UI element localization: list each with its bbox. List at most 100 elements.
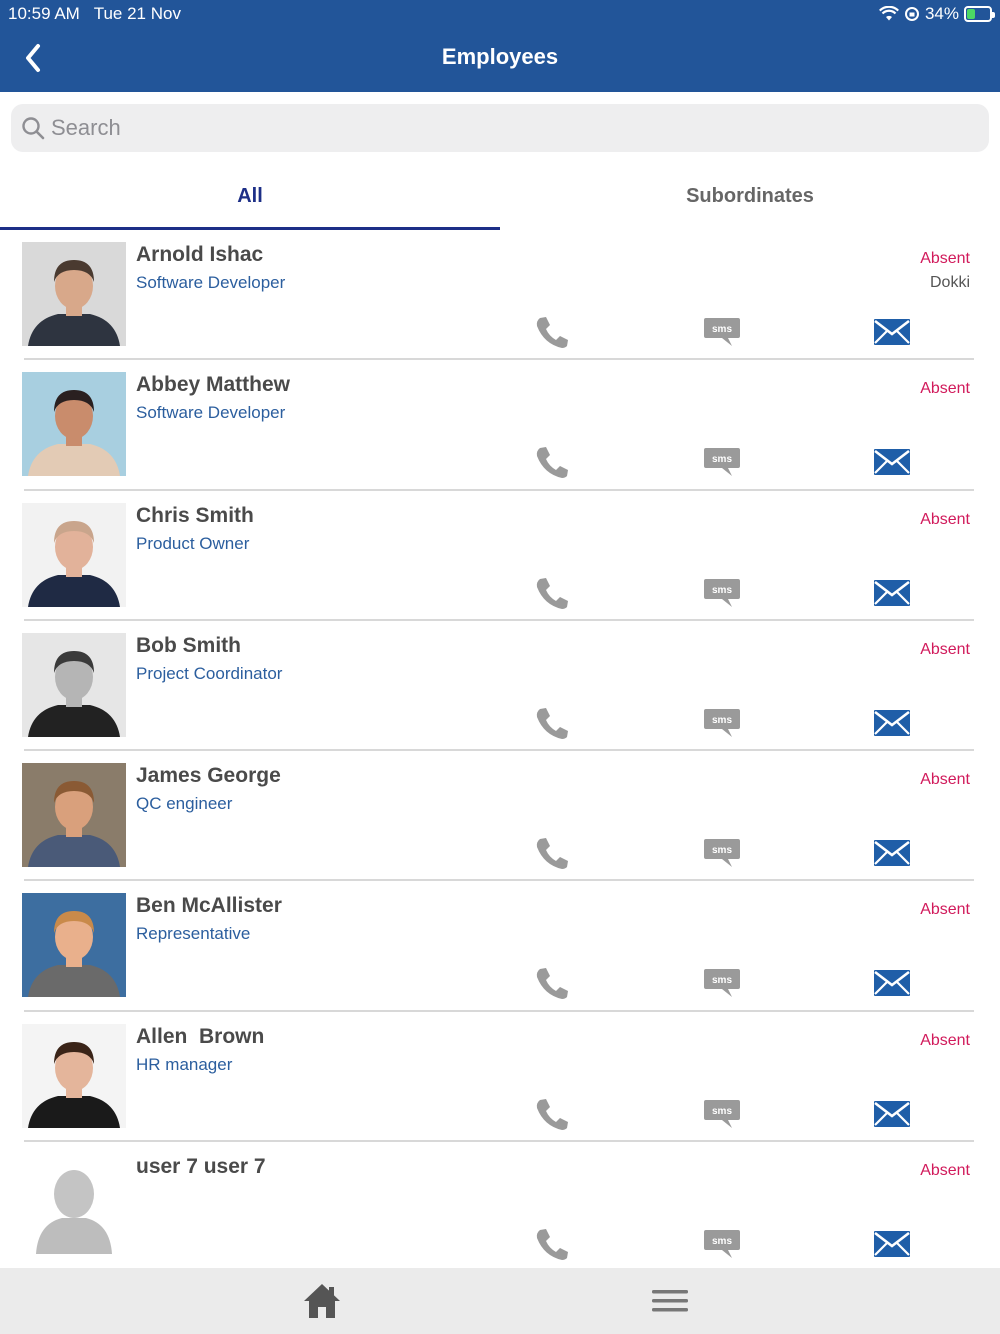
employee-row[interactable]: Ben McAllister Representative Absent sms [0, 881, 1000, 1012]
phone-icon [532, 705, 572, 741]
sms-icon: sms [702, 705, 742, 741]
battery-percent: 34% [924, 4, 959, 23]
employee-row[interactable]: Arnold Ishac Software Developer Absent Dokk… [0, 230, 1000, 361]
battery-charging-icon [964, 6, 995, 22]
employee-avatar [22, 763, 126, 868]
mail-icon [872, 314, 912, 350]
home-icon [304, 1284, 340, 1318]
employee-row[interactable]: Chris Smith Product Owner Absent sms [0, 491, 1000, 621]
call-button[interactable] [532, 835, 572, 871]
call-button[interactable] [532, 314, 572, 350]
default-avatar-icon [22, 1154, 126, 1259]
employee-role: Product Owner [136, 533, 250, 553]
email-button[interactable] [872, 835, 912, 871]
menu-button[interactable] [650, 1286, 690, 1316]
attendance-status: Absent [920, 771, 970, 789]
email-button[interactable] [872, 1096, 912, 1132]
sms-icon: sms [702, 835, 742, 871]
attendance-status: Absent [920, 640, 970, 658]
avatar-photo [22, 1023, 126, 1128]
status-indicators: 34% [878, 4, 995, 24]
search-icon [22, 117, 45, 140]
employee-name: James George [136, 764, 281, 788]
svg-text:sms: sms [712, 975, 732, 986]
employee-role: Software Developer [136, 403, 286, 423]
rotation-lock-icon [904, 7, 919, 21]
mail-icon [872, 835, 912, 871]
email-button[interactable] [872, 965, 912, 1001]
avatar-photo [22, 632, 126, 737]
sms-button[interactable]: sms [702, 1096, 742, 1132]
sms-button[interactable]: sms [702, 705, 742, 741]
attendance-status: Absent [920, 380, 970, 398]
employee-location: Dokki [929, 274, 970, 291]
tab-all[interactable]: All [0, 170, 500, 230]
mail-icon [872, 965, 912, 1001]
sms-button[interactable]: sms [702, 314, 742, 350]
svg-text:sms: sms [712, 1236, 732, 1247]
svg-text:sms: sms [712, 1106, 732, 1117]
employee-row[interactable]: Allen Brown HR manager Absent sms [0, 1012, 1000, 1143]
search-bar[interactable] [11, 104, 989, 152]
email-button[interactable] [872, 575, 912, 611]
employee-name: Ben McAllister [136, 894, 282, 918]
employee-name: Arnold Ishac [136, 243, 264, 266]
home-button[interactable] [302, 1282, 342, 1320]
employee-avatar [22, 1023, 126, 1128]
avatar-photo [22, 763, 126, 868]
email-button[interactable] [872, 444, 912, 480]
bottom-tab-bar [0, 1268, 1000, 1334]
sms-button[interactable]: sms [702, 965, 742, 1001]
employee-list: Arnold Ishac Software Developer Absent Dokk… [0, 230, 1000, 1272]
page-title: Employees [441, 44, 559, 69]
employee-name: Bob Smith [136, 633, 241, 657]
sms-button[interactable]: sms [702, 835, 742, 871]
mail-icon [872, 705, 912, 741]
employee-avatar [22, 502, 126, 607]
status-time: 10:59 AM [8, 4, 80, 23]
status-time-date: 10:59 AM Tue 21 Nov [8, 4, 181, 24]
employee-name: user 7 user 7 [136, 1155, 266, 1179]
email-button[interactable] [872, 1226, 912, 1262]
email-button[interactable] [872, 314, 912, 350]
attendance-status: Absent [920, 1162, 970, 1180]
svg-text:sms: sms [712, 454, 732, 465]
employee-role: Representative [136, 924, 251, 944]
call-button[interactable] [532, 575, 572, 611]
call-button[interactable] [532, 1096, 572, 1132]
email-button[interactable] [872, 705, 912, 741]
avatar-photo [22, 502, 126, 607]
navigation-header: 10:59 AM Tue 21 Nov 34% Employees [0, 0, 1000, 92]
call-button[interactable] [532, 705, 572, 741]
phone-icon [532, 1226, 572, 1262]
employees-screen: 10:59 AM Tue 21 Nov 34% Employees Search… [0, 0, 1000, 1334]
employee-row[interactable]: Bob Smith Project Coordinator Absent sms [0, 621, 1000, 752]
attendance-status: Absent [920, 901, 970, 919]
employee-name: Allen Brown [136, 1024, 265, 1048]
call-button[interactable] [532, 1226, 572, 1262]
phone-icon [532, 965, 572, 1001]
phone-icon [532, 575, 572, 611]
sms-icon: sms [702, 1226, 742, 1262]
tab-subordinates[interactable]: Subordinates [500, 170, 1000, 230]
sms-icon: sms [702, 575, 742, 611]
employee-avatar [22, 1154, 126, 1259]
employee-row[interactable]: James George QC engineer Absent sms [0, 751, 1000, 882]
employee-avatar [22, 242, 126, 346]
wifi-icon [878, 6, 899, 21]
attendance-status: Absent [920, 250, 970, 267]
search-input[interactable] [51, 104, 971, 152]
sms-button[interactable]: sms [702, 575, 742, 611]
mail-icon [872, 444, 912, 480]
call-button[interactable] [532, 444, 572, 480]
call-button[interactable] [532, 965, 572, 1001]
mail-icon [872, 575, 912, 611]
avatar-photo [22, 893, 126, 998]
svg-text:sms: sms [712, 845, 732, 856]
status-date: Tue 21 Nov [93, 4, 181, 23]
employee-row[interactable]: Abbey Matthew Software Developer Absent sms [0, 360, 1000, 491]
sms-button[interactable]: sms [702, 444, 742, 480]
employee-row[interactable]: user 7 user 7 Absent sms [0, 1142, 1000, 1272]
sms-button[interactable]: sms [702, 1226, 742, 1262]
employee-role: QC engineer [136, 794, 233, 814]
